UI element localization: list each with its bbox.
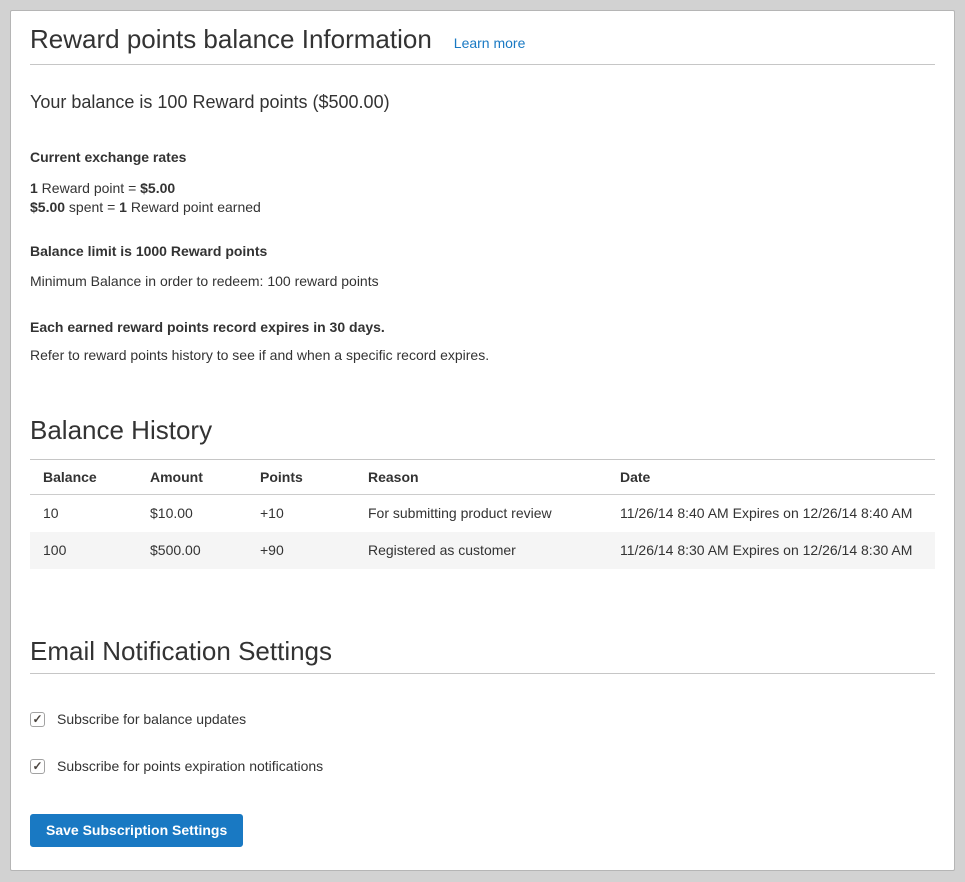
exchange-rate-line-2: $5.00 spent = 1 Reward point earned <box>30 198 935 217</box>
cell-points: +90 <box>247 532 355 569</box>
rate1-amount: $5.00 <box>140 180 175 196</box>
exchange-rates-heading: Current exchange rates <box>30 149 935 166</box>
expiration-note: Refer to reward points history to see if… <box>30 347 935 364</box>
cell-reason: For submitting product review <box>355 495 607 533</box>
save-subscription-settings-button[interactable]: Save Subscription Settings <box>30 814 243 847</box>
subscribe-expiration-checkbox[interactable] <box>30 759 45 774</box>
subscribe-balance-updates-label: Subscribe for balance updates <box>57 711 246 728</box>
checkbox-frame <box>30 712 45 727</box>
cell-amount: $10.00 <box>137 495 247 533</box>
header-divider <box>30 64 935 65</box>
checkbox-frame <box>30 759 45 774</box>
rate2-points: 1 <box>119 199 127 215</box>
cell-reason: Registered as customer <box>355 532 607 569</box>
exchange-rate-line-1: 1 Reward point = $5.00 <box>30 179 935 198</box>
subscribe-balance-updates-checkbox[interactable] <box>30 712 45 727</box>
rate2-amount: $5.00 <box>30 199 65 215</box>
column-header-amount: Amount <box>137 460 247 495</box>
rate1-points: 1 <box>30 180 38 196</box>
subscribe-balance-updates-row[interactable]: Subscribe for balance updates <box>30 711 246 728</box>
cell-balance: 10 <box>30 495 137 533</box>
subscribe-expiration-label: Subscribe for points expiration notifica… <box>57 758 323 775</box>
column-header-reason: Reason <box>355 460 607 495</box>
minimum-balance-text: Minimum Balance in order to redeem: 100 … <box>30 273 935 290</box>
cell-balance: 100 <box>30 532 137 569</box>
rate2-text: spent = <box>65 199 119 215</box>
table-row: 100 $500.00 +90 Registered as customer 1… <box>30 532 935 569</box>
balance-history-title: Balance History <box>30 414 935 446</box>
cell-date: 11/26/14 8:40 AM Expires on 12/26/14 8:4… <box>607 495 935 533</box>
cell-amount: $500.00 <box>137 532 247 569</box>
column-header-date: Date <box>607 460 935 495</box>
page-header: Reward points balance Information Learn … <box>30 11 935 54</box>
column-header-balance: Balance <box>30 460 137 495</box>
subscribe-expiration-row[interactable]: Subscribe for points expiration notifica… <box>30 758 323 775</box>
balance-history-table: Balance Amount Points Reason Date 10 $10… <box>30 460 935 569</box>
balance-summary: Your balance is 100 Reward points ($500.… <box>30 91 935 113</box>
email-settings-title: Email Notification Settings <box>30 635 935 667</box>
table-header-row: Balance Amount Points Reason Date <box>30 460 935 495</box>
email-settings-divider <box>30 673 935 674</box>
table-row: 10 $10.00 +10 For submitting product rev… <box>30 495 935 533</box>
column-header-points: Points <box>247 460 355 495</box>
page-title: Reward points balance Information <box>30 24 432 54</box>
balance-limit-text: Balance limit is 1000 Reward points <box>30 243 935 260</box>
learn-more-link[interactable]: Learn more <box>454 35 526 51</box>
expiration-heading: Each earned reward points record expires… <box>30 319 935 336</box>
rate1-text: Reward point = <box>38 180 140 196</box>
rate2-text-2: Reward point earned <box>127 199 261 215</box>
cell-points: +10 <box>247 495 355 533</box>
reward-points-panel: Reward points balance Information Learn … <box>10 10 955 871</box>
exchange-rates: 1 Reward point = $5.00 $5.00 spent = 1 R… <box>30 179 935 217</box>
cell-date: 11/26/14 8:30 AM Expires on 12/26/14 8:3… <box>607 532 935 569</box>
